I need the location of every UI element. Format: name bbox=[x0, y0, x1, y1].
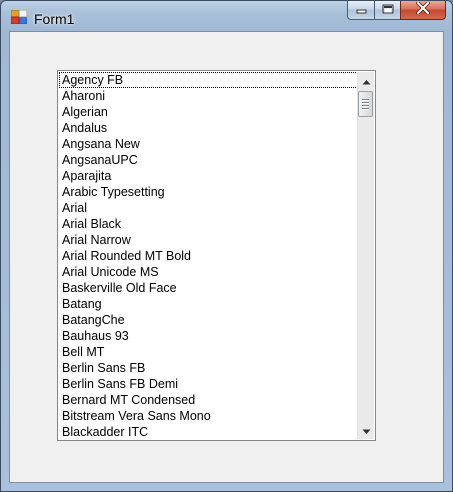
list-item[interactable]: Bitstream Vera Sans Mono bbox=[59, 408, 358, 424]
winforms-app-icon[interactable] bbox=[10, 9, 28, 25]
list-item[interactable]: Bernard MT Condensed bbox=[59, 392, 358, 408]
minimize-icon bbox=[356, 1, 367, 19]
maximize-icon bbox=[382, 1, 394, 19]
scroll-down-button[interactable] bbox=[358, 422, 375, 439]
list-item[interactable]: Arial Unicode MS bbox=[59, 264, 358, 280]
list-item[interactable]: Arial Black bbox=[59, 216, 358, 232]
font-listbox[interactable]: Agency FB Aharoni Algerian Andalus Angsana N… bbox=[57, 70, 376, 441]
thumb-grip bbox=[362, 99, 369, 100]
scroll-thumb[interactable] bbox=[358, 91, 373, 117]
caption-buttons bbox=[347, 1, 446, 21]
list-item[interactable]: Aharoni bbox=[59, 88, 358, 104]
list-item[interactable]: Blackadder ITC bbox=[59, 424, 358, 440]
list-item[interactable]: Berlin Sans FB bbox=[59, 360, 358, 376]
vertical-scrollbar[interactable] bbox=[357, 72, 374, 439]
thumb-grip bbox=[362, 102, 369, 103]
list-item[interactable]: Berlin Sans FB Demi bbox=[59, 376, 358, 392]
scroll-up-button[interactable] bbox=[358, 72, 375, 89]
close-icon bbox=[416, 1, 430, 19]
thumb-grip bbox=[362, 105, 369, 106]
list-item[interactable]: Bauhaus 93 bbox=[59, 328, 358, 344]
list-item[interactable]: Aparajita bbox=[59, 168, 358, 184]
thumb-grip bbox=[362, 108, 369, 109]
list-item[interactable]: Arial bbox=[59, 200, 358, 216]
title-bar[interactable]: Form1 bbox=[1, 1, 452, 31]
maximize-button[interactable] bbox=[374, 1, 400, 20]
scroll-up-arrow-icon bbox=[362, 72, 371, 90]
listbox-items: Agency FB Aharoni Algerian Andalus Angsana N… bbox=[59, 72, 358, 440]
window-title: Form1 bbox=[34, 11, 75, 27]
list-item[interactable]: Angsana New bbox=[59, 136, 358, 152]
list-item[interactable]: Algerian bbox=[59, 104, 358, 120]
list-item[interactable]: Arial Rounded MT Bold bbox=[59, 248, 358, 264]
list-item[interactable]: Bell MT bbox=[59, 344, 358, 360]
list-item[interactable]: BatangChe bbox=[59, 312, 358, 328]
form-client-area: Agency FB Aharoni Algerian Andalus Angsana N… bbox=[9, 31, 444, 483]
list-item[interactable]: Andalus bbox=[59, 120, 358, 136]
close-button[interactable] bbox=[400, 1, 446, 20]
window-bottom-border bbox=[1, 483, 452, 491]
minimize-button[interactable] bbox=[347, 1, 374, 20]
form1-window: Form1 Agency FB Aharoni Algerian Andalus… bbox=[0, 0, 453, 492]
list-item[interactable]: Agency FB bbox=[59, 72, 358, 88]
list-item[interactable]: AngsanaUPC bbox=[59, 152, 358, 168]
list-item[interactable]: Baskerville Old Face bbox=[59, 280, 358, 296]
scroll-down-arrow-icon bbox=[362, 422, 371, 440]
list-item[interactable]: Batang bbox=[59, 296, 358, 312]
list-item[interactable]: Arial Narrow bbox=[59, 232, 358, 248]
list-item[interactable]: Arabic Typesetting bbox=[59, 184, 358, 200]
